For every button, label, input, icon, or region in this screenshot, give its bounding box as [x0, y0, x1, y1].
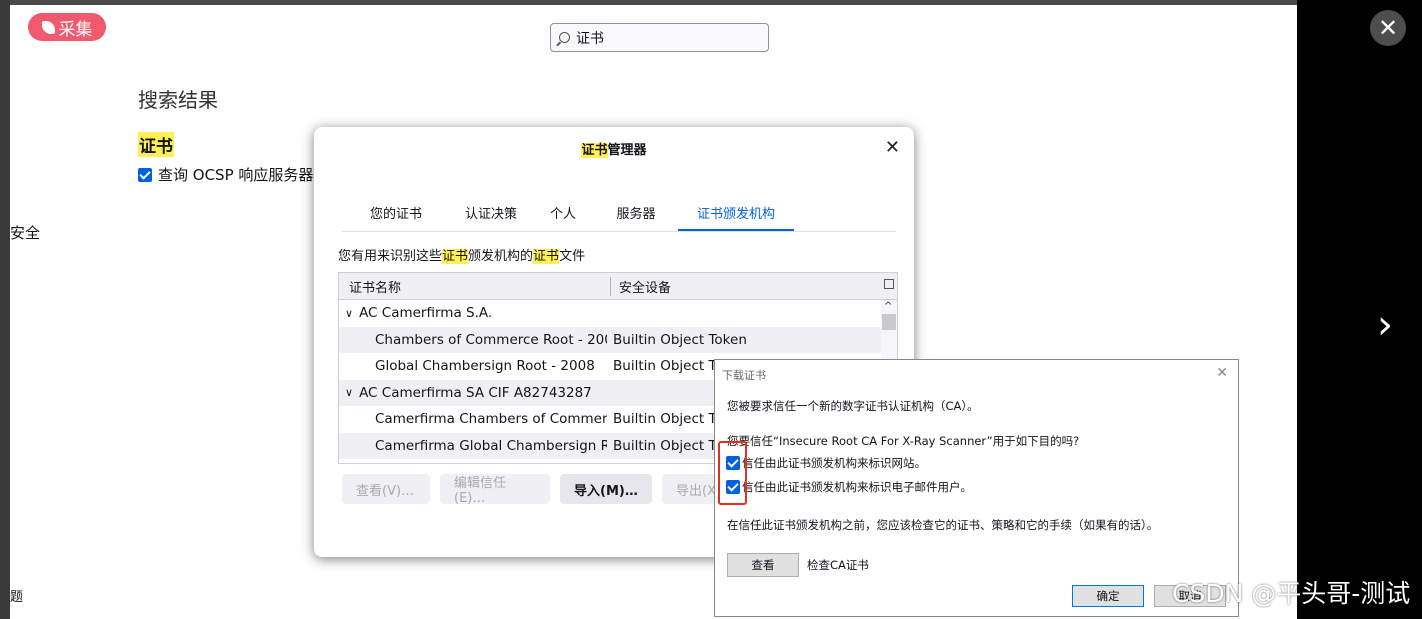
- cert-name: Camerfirma Global Chambersign Ro...: [375, 437, 607, 454]
- desc-part: 文件: [559, 249, 586, 264]
- edit-trust-button[interactable]: 编辑信任(E)…: [440, 474, 550, 506]
- tab-servers[interactable]: 服务器: [594, 197, 678, 231]
- leaf-icon: [41, 20, 55, 34]
- table-header: 证书名称 安全设备: [339, 273, 897, 300]
- chevron-down-icon[interactable]: ∨: [345, 386, 353, 399]
- column-header-device[interactable]: 安全设备: [611, 277, 671, 296]
- desc-highlight: 证书: [533, 249, 560, 264]
- trust-question: 您要信任“Insecure Root CA For X-Ray Scanner”…: [727, 434, 1080, 448]
- ok-button[interactable]: 确定: [1072, 585, 1144, 607]
- collect-badge[interactable]: 采集: [28, 13, 106, 41]
- security-device: Builtin Object To: [613, 411, 723, 428]
- dialog-title: 证书管理器: [314, 139, 914, 158]
- search-value: 证书: [576, 30, 604, 47]
- security-device: Builtin Object To: [613, 437, 723, 454]
- view-button[interactable]: 查看(V)…: [342, 474, 430, 504]
- watermark: CSDN @平头哥-测试: [1172, 579, 1411, 608]
- security-device: Builtin Object Token: [613, 331, 747, 348]
- cert-section-heading: 证书: [138, 132, 174, 157]
- security-device: Builtin Object To: [613, 358, 723, 375]
- ocsp-option[interactable]: 查询 OCSP 响应服务器,: [138, 164, 318, 185]
- chevron-down-icon[interactable]: ∨: [345, 307, 353, 320]
- trust-advice: 在信任此证书颁发机构之前，您应该检查它的证书、策略和它的手续（如果有的话）。: [727, 518, 1159, 532]
- cert-action-buttons: 查看(V)… 编辑信任(E)… 导入(M)… 导出(X: [342, 474, 750, 506]
- desc-highlight: 证书: [442, 249, 469, 264]
- scroll-up-icon[interactable]: ^: [884, 301, 892, 312]
- tab-bar: 您的证书 认证决策 个人 服务器 证书颁发机构: [342, 197, 896, 232]
- trust-websites-label: 信任由此证书颁发机构来标识网站。: [742, 456, 926, 470]
- group-name: AC Camerfirma SA CIF A82743287: [359, 384, 592, 401]
- trust-prompt: 您被要求信任一个新的数字证书认证机构（CA）。: [727, 399, 979, 413]
- view-ca-button[interactable]: 查看: [727, 553, 799, 577]
- trust-email-label: 信任由此证书颁发机构来标识电子邮件用户。: [742, 480, 972, 494]
- tab-description: 您有用来识别这些证书颁发机构的证书文件: [338, 245, 585, 264]
- close-icon[interactable]: ✕: [1370, 10, 1406, 46]
- group-name: AC Camerfirma S.A.: [359, 305, 493, 322]
- sidebar-item-security[interactable]: 安全: [10, 222, 40, 243]
- column-picker-icon[interactable]: [884, 279, 894, 289]
- search-input[interactable]: 证书: [550, 23, 769, 52]
- cert-name: Chambers of Commerce Root - 2008: [375, 331, 607, 348]
- download-certificate-dialog: 下载证书 ✕ 您被要求信任一个新的数字证书认证机构（CA）。 您要信任“Inse…: [714, 359, 1239, 617]
- left-edge: [0, 0, 10, 619]
- dialog-close-icon[interactable]: ✕: [1216, 365, 1228, 381]
- sidebar-item-bottom[interactable]: 题: [10, 586, 23, 605]
- dialog-title-highlight: 证书: [581, 143, 608, 158]
- chevron-right-icon[interactable]: ›: [1370, 300, 1400, 350]
- scrollbar-thumb[interactable]: [882, 314, 896, 330]
- tab-people[interactable]: 个人: [532, 197, 594, 231]
- dialog-close-icon[interactable]: ✕: [885, 137, 900, 158]
- trust-websites-option[interactable]: 信任由此证书颁发机构来标识网站。: [726, 455, 926, 471]
- results-title: 搜索结果: [138, 88, 218, 112]
- cert-name: Camerfirma Chambers of Commerc...: [375, 411, 607, 428]
- search-icon: [559, 32, 570, 43]
- tab-your-certs[interactable]: 您的证书: [342, 197, 450, 231]
- ocsp-checkbox[interactable]: [138, 167, 152, 182]
- desc-part: 您有用来识别这些: [338, 249, 443, 264]
- view-ca-label: 检查CA证书: [807, 558, 869, 572]
- ocsp-label: 查询 OCSP 响应服务器,: [158, 166, 319, 184]
- cert-name: Global Chambersign Root - 2008: [375, 358, 595, 375]
- viewer-right-strip: [1297, 0, 1422, 619]
- tree-group-row[interactable]: ∨ AC Camerfirma S.A.: [339, 300, 897, 327]
- collect-label: 采集: [58, 19, 93, 40]
- tab-auth-decisions[interactable]: 认证决策: [450, 197, 532, 231]
- tab-authorities[interactable]: 证书颁发机构: [678, 197, 794, 231]
- column-header-name[interactable]: 证书名称: [339, 276, 611, 296]
- highlight-annotation-box: [718, 441, 747, 505]
- dialog-title-rest: 管理器: [607, 143, 647, 158]
- desc-part: 颁发机构的: [468, 249, 534, 264]
- table-row[interactable]: Chambers of Commerce Root - 2008 Builtin …: [339, 326, 897, 353]
- import-button[interactable]: 导入(M)…: [560, 474, 652, 504]
- trust-email-option[interactable]: 信任由此证书颁发机构来标识电子邮件用户。: [726, 479, 972, 495]
- dialog-title: 下载证书: [722, 369, 766, 382]
